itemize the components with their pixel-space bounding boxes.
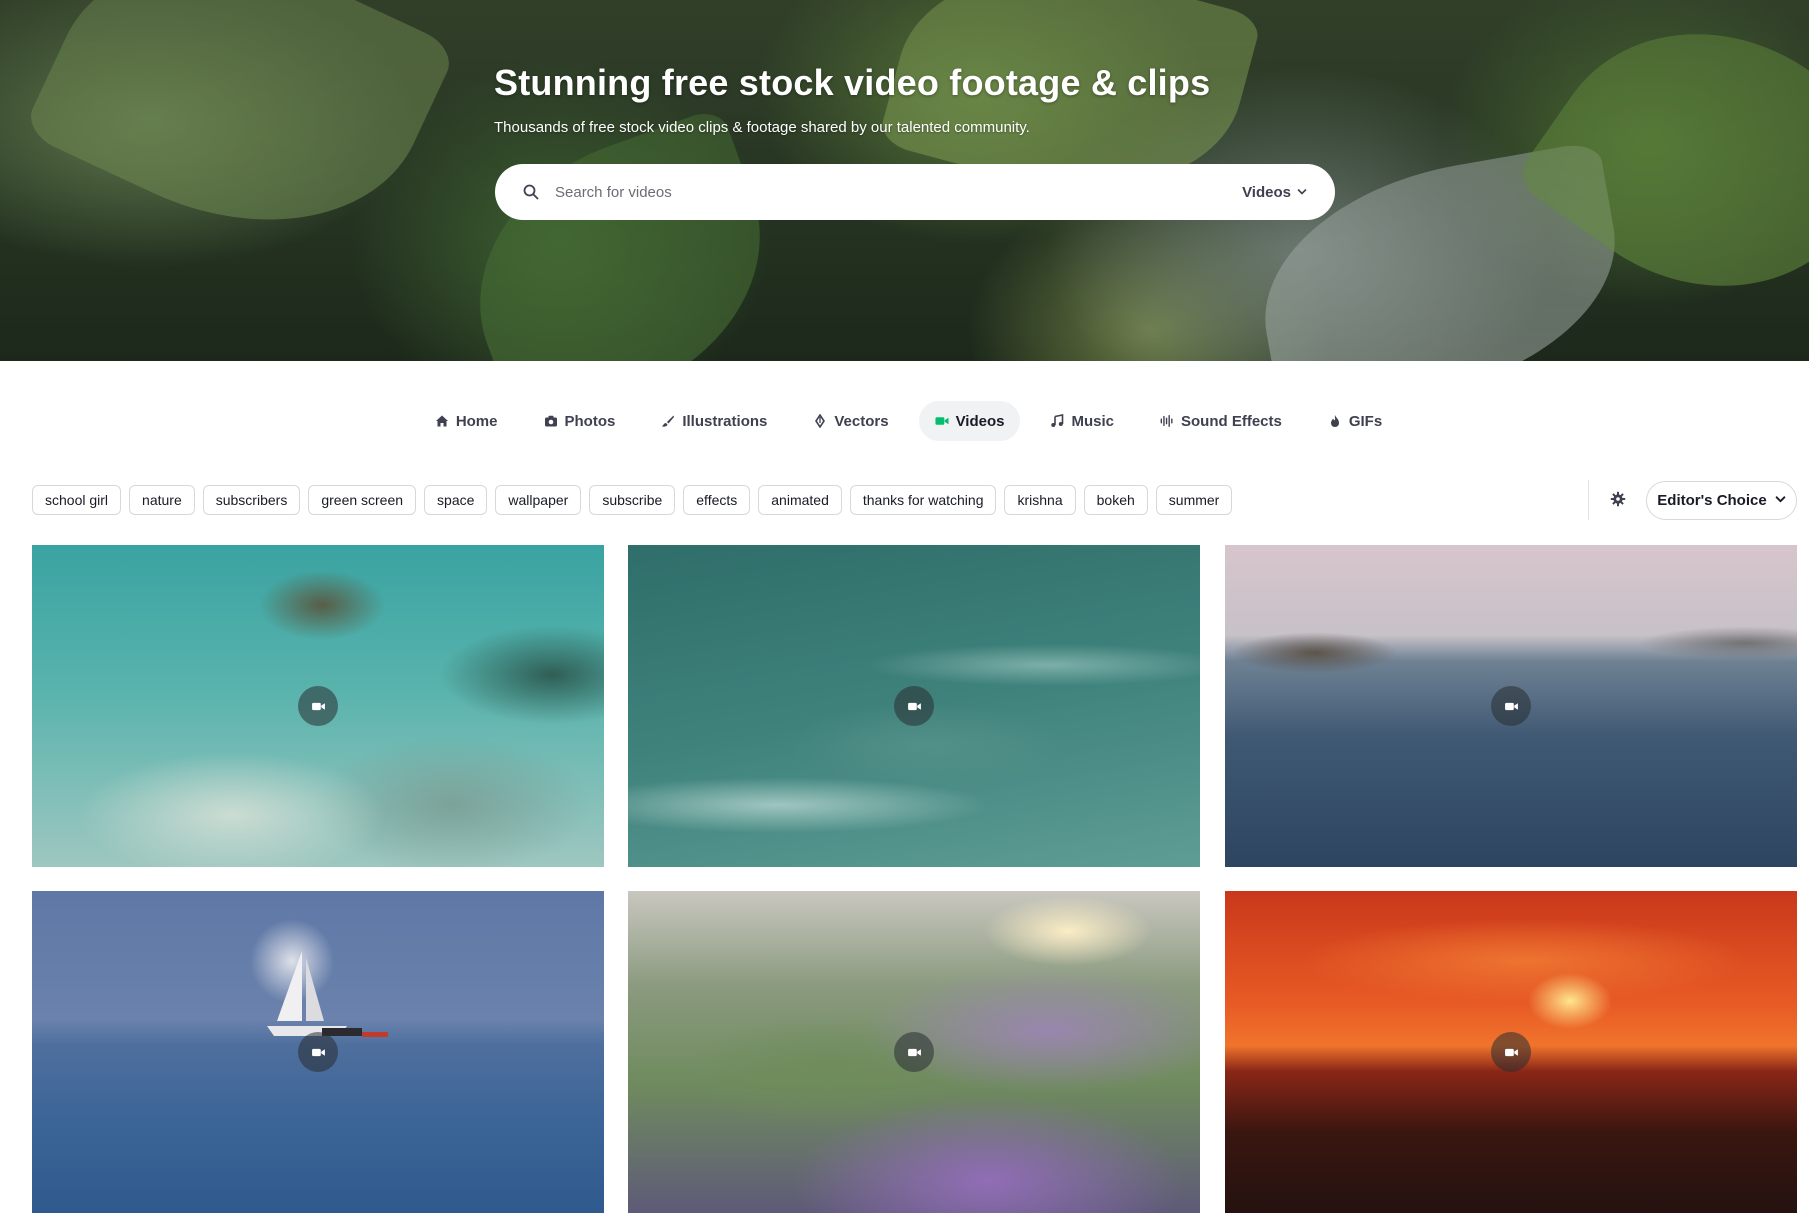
camera-icon: [544, 414, 558, 428]
tag-chip[interactable]: school girl: [32, 485, 122, 515]
nav-label: Vectors: [834, 412, 889, 430]
video-thumbnail[interactable]: [1225, 545, 1797, 867]
sort-dropdown[interactable]: Editor's Choice: [1646, 481, 1797, 520]
music-note-icon: [1050, 414, 1064, 428]
tag-chip[interactable]: subscribers: [202, 485, 301, 515]
related-tags: school girl nature subscribers green scr…: [32, 485, 1233, 515]
gear-icon: [1610, 491, 1626, 512]
video-camera-icon: [1491, 686, 1531, 726]
video-camera-icon: [1491, 1032, 1531, 1072]
tag-chip[interactable]: nature: [129, 485, 195, 515]
chevron-down-icon: [1297, 184, 1307, 201]
nav-label: Music: [1071, 412, 1114, 430]
media-type-nav: Home Photos Illustrations Vectors Videos: [0, 400, 1809, 442]
tag-chip[interactable]: subscribe: [589, 485, 676, 515]
video-thumbnail[interactable]: [32, 545, 604, 867]
search-input[interactable]: [553, 182, 1243, 202]
tag-chip[interactable]: effects: [683, 485, 751, 515]
nav-item-music[interactable]: Music: [1034, 401, 1130, 441]
nav-item-videos[interactable]: Videos: [918, 401, 1021, 441]
brush-icon: [661, 414, 675, 428]
hero-subtitle: Thousands of free stock video clips & fo…: [494, 119, 1030, 136]
filters-divider: [1588, 480, 1589, 520]
hero-banner: Stunning free stock video footage & clip…: [0, 0, 1809, 361]
home-icon: [435, 414, 449, 428]
tag-chip[interactable]: animated: [758, 485, 842, 515]
tag-chip[interactable]: green screen: [308, 485, 417, 515]
settings-button[interactable]: [1602, 487, 1634, 515]
search-bar[interactable]: Videos: [495, 164, 1335, 220]
hero-title: Stunning free stock video footage & clip…: [494, 62, 1211, 103]
search-icon[interactable]: [523, 183, 541, 201]
pen-nib-icon: [813, 414, 827, 428]
video-thumbnail[interactable]: [1225, 891, 1797, 1213]
flame-icon: [1328, 414, 1342, 428]
nav-item-photos[interactable]: Photos: [528, 401, 632, 441]
video-thumbnail[interactable]: [628, 891, 1200, 1213]
video-camera-icon: [298, 686, 338, 726]
nav-label: Home: [455, 412, 498, 430]
tag-chip[interactable]: thanks for watching: [849, 485, 997, 515]
tag-chip[interactable]: space: [424, 485, 488, 515]
nav-label: Photos: [564, 412, 616, 430]
nav-item-illustrations[interactable]: Illustrations: [645, 401, 783, 441]
chevron-down-icon: [1775, 492, 1786, 509]
nav-item-vectors[interactable]: Vectors: [797, 401, 904, 441]
video-camera-icon: [298, 1032, 338, 1072]
tag-chip[interactable]: krishna: [1004, 485, 1076, 515]
waveform-icon: [1160, 414, 1174, 428]
tag-chip[interactable]: bokeh: [1083, 485, 1148, 515]
video-thumbnail[interactable]: [628, 545, 1200, 867]
nav-label: GIFs: [1348, 412, 1383, 430]
tag-chip[interactable]: summer: [1155, 485, 1233, 515]
video-thumbnail[interactable]: [32, 891, 604, 1213]
video-camera-icon: [894, 1032, 934, 1072]
video-camera-icon: [935, 414, 949, 428]
nav-label: Videos: [955, 412, 1005, 430]
video-camera-icon: [894, 686, 934, 726]
nav-label: Illustrations: [682, 412, 768, 430]
nav-label: Sound Effects: [1181, 412, 1282, 430]
nav-item-sound-effects[interactable]: Sound Effects: [1144, 401, 1298, 441]
nav-item-home[interactable]: Home: [419, 401, 514, 441]
sort-label: Editor's Choice: [1657, 492, 1767, 509]
tag-chip[interactable]: wallpaper: [495, 485, 582, 515]
media-type-dropdown[interactable]: Videos: [1242, 184, 1307, 201]
media-type-label: Videos: [1242, 183, 1291, 201]
nav-item-gifs[interactable]: GIFs: [1312, 401, 1398, 441]
